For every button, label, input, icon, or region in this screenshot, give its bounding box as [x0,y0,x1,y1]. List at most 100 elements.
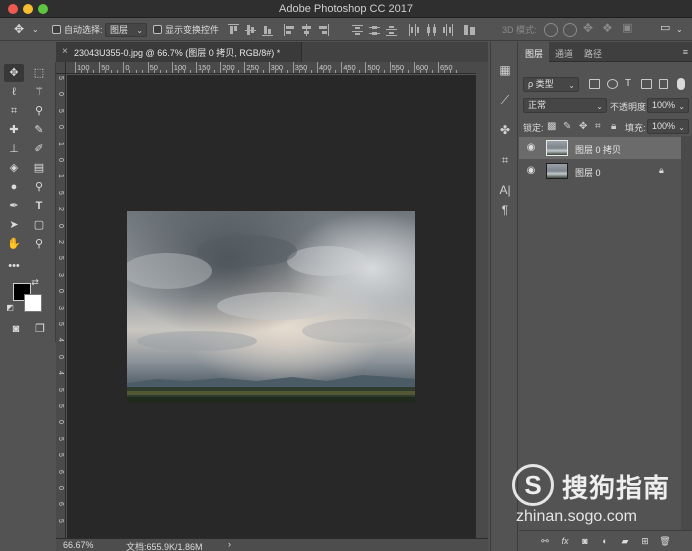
blur-tool-icon[interactable]: ● [4,178,24,196]
distribute-horizontal-center-icon[interactable] [425,24,436,36]
vertical-ruler[interactable]: 5 0 5 0 1 0 1 5 2 0 2 5 3 0 3 5 4 0 4 5 5 0 5 5 6 0 6 5 [56,74,66,538]
filter-pixel-icon[interactable] [589,79,600,89]
history-brush-tool-icon[interactable]: ✐ [29,140,49,158]
screen-mode-icon[interactable]: ❐ [30,320,50,338]
ruler-corner[interactable] [56,62,66,74]
distribute-top-icon[interactable] [352,24,363,36]
filter-type-icon[interactable]: T [625,78,631,89]
adjustment-layer-icon[interactable]: ◐ [599,535,611,547]
lock-position-icon[interactable]: ✥ [579,121,587,132]
eraser-tool-icon[interactable]: ◈ [4,159,24,177]
edit-toolbar-icon[interactable]: ••• [4,257,24,275]
horizontal-ruler[interactable]: 100 50 0 50 100 150 200 250 300 350 400 450 500 550 60… [66,62,476,74]
auto-select-checkbox-box[interactable] [52,25,61,34]
filter-smart-object-icon[interactable] [659,79,668,89]
move-tool-icon[interactable]: ✥ [4,64,24,82]
zoom-level[interactable]: 66.67% [63,540,94,550]
show-transform-controls-checkbox[interactable]: 显示变换控件 [153,23,219,37]
panel-menu-icon[interactable]: ≡ [683,47,688,57]
auto-align-layers-icon[interactable] [464,24,475,36]
pen-tool-icon[interactable]: ✒ [4,197,24,215]
close-document-icon[interactable]: × [62,46,68,57]
filter-adjustment-icon[interactable] [607,79,618,89]
healing-brush-tool-icon[interactable]: ✚ [4,121,24,139]
tab-layers[interactable]: 图层 [525,47,543,60]
paragraph-icon[interactable]: ¶ [497,202,513,218]
visibility-eye-icon[interactable]: ◉ [525,142,537,154]
background-color-swatch[interactable] [24,294,42,312]
tab-channels[interactable]: 通道 [555,47,573,60]
lock-all-icon[interactable]: 🔒︎ [611,121,616,132]
brush-tool-icon[interactable]: ✎ [29,121,49,139]
auto-select-target-dropdown[interactable]: 图层 ⌄ [105,23,147,37]
type-tool-icon[interactable]: T [29,197,49,215]
distribute-bottom-icon[interactable] [386,24,397,36]
eyedropper-tool-icon[interactable]: ⚲ [29,102,49,120]
align-bottom-icon[interactable] [262,24,273,36]
character-icon[interactable]: A| [497,182,513,198]
libraries-icon[interactable]: ▦ [497,62,513,78]
align-horizontal-center-icon[interactable] [301,24,312,36]
distribute-right-icon[interactable] [442,24,453,36]
default-colors-icon[interactable]: ◩ [4,302,16,314]
3d-scale-icon[interactable]: ▣ [622,21,632,35]
lock-transparent-icon[interactable]: ▩ [547,121,556,132]
marquee-tool-icon[interactable]: ⬚ [29,64,49,82]
add-mask-icon[interactable]: ◙ [579,535,591,547]
layer-row-copy[interactable]: ◉ 图层 0 拷贝 [519,137,681,159]
document-tab[interactable]: × 23043U355-0.jpg @ 66.7% (图层 0 拷贝, RGB/… [56,42,302,62]
show-transform-checkbox-box[interactable] [153,25,162,34]
filter-toggle-icon[interactable] [677,78,685,90]
quick-mask-icon[interactable]: ◙ [6,320,26,338]
visibility-eye-icon[interactable]: ◉ [525,165,537,177]
lock-image-icon[interactable]: ✎ [563,121,571,132]
fill-input[interactable]: 100% ⌄ [647,119,689,134]
new-group-icon[interactable]: ▰ [619,535,631,547]
3d-roll-icon[interactable] [563,23,577,37]
puzzle-icon[interactable]: ✤ [497,122,513,138]
rectangle-tool-icon[interactable]: ▢ [29,216,49,234]
trash-icon[interactable]: 🗑︎ [659,535,671,547]
fx-icon[interactable]: fx [559,535,571,547]
crop-tool-icon[interactable]: ⌗ [4,102,24,120]
layer-lock-icon[interactable]: 🔒︎ [659,165,664,176]
clone-stamp-tool-icon[interactable]: ⊥ [4,140,24,158]
align-right-icon[interactable] [318,24,329,36]
distribute-left-icon[interactable] [408,24,419,36]
tool-preset-chevron-icon[interactable]: ⌄ [32,23,39,37]
status-menu-arrow-icon[interactable]: › [228,539,231,549]
dodge-tool-icon[interactable]: ⚲ [29,178,49,196]
filter-shape-icon[interactable] [641,79,652,89]
ruler-h-tick [123,62,125,73]
magic-wand-tool-icon[interactable]: ⚚ [29,83,49,101]
hand-tool-icon[interactable]: ✋ [4,235,24,253]
opacity-input[interactable]: 100% ⌄ [647,98,689,113]
move-tool-icon[interactable]: ✥ [14,22,24,36]
lasso-tool-icon[interactable]: ℓ [4,83,24,101]
auto-select-checkbox[interactable]: 自动选择: [52,23,103,37]
3d-pan-icon[interactable]: ✥ [583,21,593,35]
gradient-tool-icon[interactable]: ▤ [29,159,49,177]
crop-properties-icon[interactable]: ⌗ [497,152,513,168]
zoom-tool-icon[interactable]: ⚲ [29,235,49,253]
document-image[interactable] [127,211,415,403]
layer-filter-kind-dropdown[interactable]: ρ 类型 ⌄ [523,77,579,92]
histogram-icon[interactable]: ⟋ [497,92,513,108]
distribute-vertical-center-icon[interactable] [369,24,380,36]
align-left-icon[interactable] [284,24,295,36]
workspace-switcher-icon[interactable]: ▭ [660,21,670,35]
align-top-icon[interactable] [228,24,239,36]
canvas-vertical-scrollbar[interactable] [476,62,488,538]
blend-mode-dropdown[interactable]: 正常 ⌄ [523,98,607,113]
workspace-chevron-icon[interactable]: ⌄ [676,23,683,37]
3d-orbit-icon[interactable] [544,23,558,37]
ruler-v-label: 2 [57,207,64,212]
lock-artboard-icon[interactable]: ⌗ [595,121,601,132]
layer-row-base[interactable]: ◉ 图层 0 🔒︎ [519,160,681,182]
link-layers-icon[interactable]: ⚯ [539,535,551,547]
align-vertical-center-icon[interactable] [245,24,256,36]
3d-slide-icon[interactable]: ❖ [602,21,613,35]
tab-paths[interactable]: 路径 [584,47,602,60]
path-selection-tool-icon[interactable]: ➤ [4,216,24,234]
new-layer-icon[interactable]: ⊞ [639,535,651,547]
